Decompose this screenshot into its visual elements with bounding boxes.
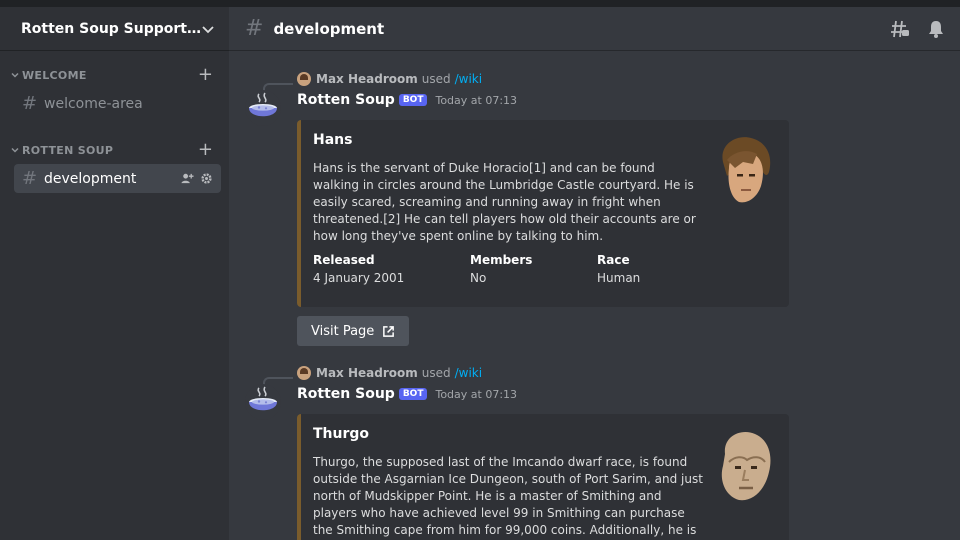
embed-description: Thurgo, the supposed last of the Imcando… [313,455,703,537]
wiki-embed: Hans Hans is the servant of Duke Horacio… [297,120,789,307]
field-name: Members [470,253,533,267]
embed-field: Race Human [597,253,717,285]
soup-bowl-icon [245,384,281,420]
embed-field: Released 4 January 2001 [313,253,470,285]
field-value: No [470,271,487,285]
discord-app: Rotten Soup Support Se... WELCOME + # we… [0,7,960,540]
reply-context[interactable]: Max Headroom used /wiki [297,364,482,382]
embed-field: Members No [470,253,597,285]
field-value: 4 January 2001 [313,271,405,285]
channel-welcome-area[interactable]: # welcome-area [14,89,221,118]
slash-command[interactable]: /wiki [455,366,482,380]
reply-username: Max Headroom [316,366,418,380]
reply-used-text: used [421,366,451,380]
button-label: Visit Page [311,323,375,339]
message-header: Rotten Soup BOT Today at 07:13 [297,384,517,404]
category-label: ROTTEN SOUP [22,143,114,157]
hash-icon: # [245,16,264,41]
embed-title: Hans [313,132,353,148]
bot-avatar[interactable] [245,90,281,126]
chevron-down-icon [202,25,214,33]
category-label: WELCOME [22,68,87,82]
avatar [297,72,311,86]
channel-label: welcome-area [44,95,143,112]
author-name[interactable]: Rotten Soup [297,92,395,108]
embed-fields: Released 4 January 2001 Members No Race … [313,253,773,285]
hash-icon: # [22,93,38,114]
gear-icon[interactable] [200,172,213,185]
hans-portrait-image [722,137,771,203]
field-name: Released [313,253,375,267]
reply-username: Max Headroom [316,72,418,86]
channel-title: development [273,19,385,38]
chat-area: # development Max Headroom used /wiki Ro… [229,7,960,540]
reply-context[interactable]: Max Headroom used /wiki [297,70,482,88]
channel-header: # development [229,7,960,51]
bot-avatar[interactable] [245,384,281,420]
timestamp: Today at 07:13 [435,93,518,107]
reply-used-text: used [421,72,451,86]
chevron-down-icon [11,147,19,153]
soup-bowl-icon [245,90,281,126]
channel-development[interactable]: # development [14,164,221,193]
server-name: Rotten Soup Support Se... [21,20,201,37]
create-channel-icon[interactable]: + [198,141,213,159]
server-header[interactable]: Rotten Soup Support Se... [0,7,229,51]
chevron-down-icon [11,72,19,78]
message-header: Rotten Soup BOT Today at 07:13 [297,90,517,110]
notification-bell-icon[interactable] [926,19,946,39]
avatar [297,366,311,380]
visit-page-button[interactable]: Visit Page [297,316,410,346]
timestamp: Today at 07:13 [435,387,518,401]
category-welcome[interactable]: WELCOME + [0,65,229,85]
external-link-icon [383,325,395,337]
message-list: Max Headroom used /wiki Rotten Soup BOT … [229,51,960,540]
category-rotten-soup[interactable]: ROTTEN SOUP + [0,140,229,160]
field-value: Human [597,271,641,285]
channel-label: development [44,170,137,187]
hash-icon: # [22,168,38,189]
bot-badge: BOT [398,388,428,400]
create-channel-icon[interactable]: + [198,66,213,84]
invite-user-icon[interactable] [181,172,194,185]
wiki-embed: Thurgo Thurgo, the supposed last of the … [297,414,789,540]
bot-badge: BOT [398,94,428,106]
threads-icon[interactable] [890,19,910,39]
embed-description: Hans is the servant of Duke Horacio[1] a… [313,161,696,243]
thurgo-portrait-image [721,432,771,501]
embed-title: Thurgo [313,426,370,442]
channel-sidebar: Rotten Soup Support Se... WELCOME + # we… [0,7,229,540]
field-name: Race [597,253,630,267]
author-name[interactable]: Rotten Soup [297,386,395,402]
slash-command[interactable]: /wiki [455,72,482,86]
